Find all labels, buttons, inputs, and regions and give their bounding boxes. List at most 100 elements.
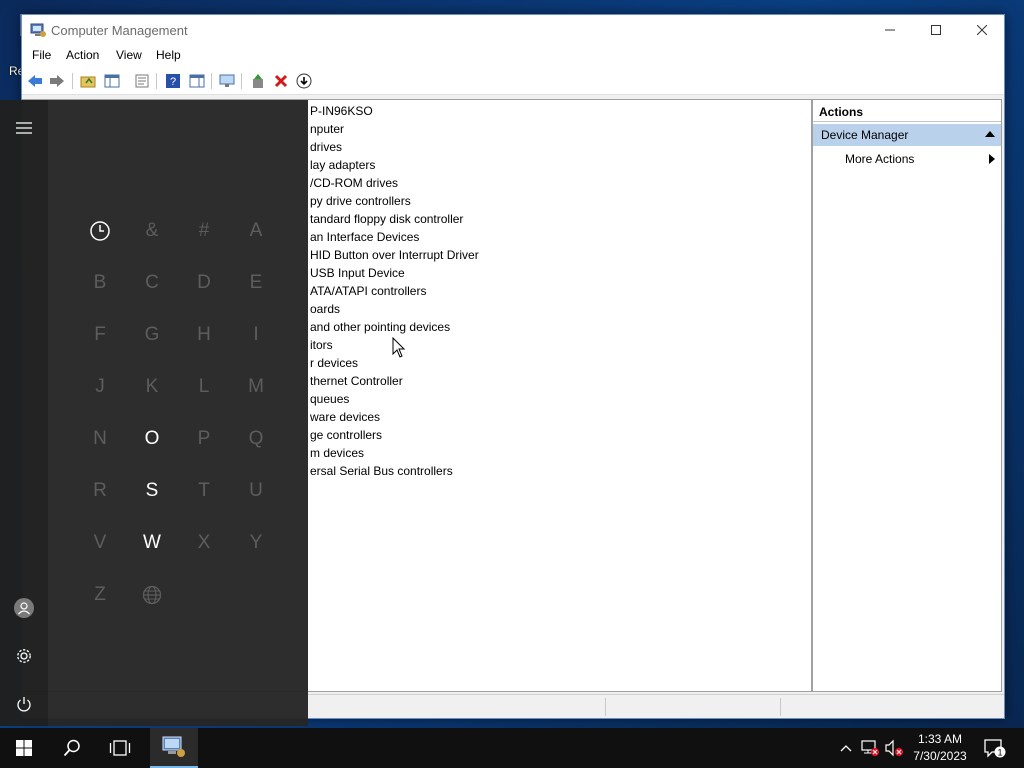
- power-button[interactable]: [0, 684, 48, 724]
- collapse-up-icon: [985, 131, 995, 137]
- tree-item-ide-ata-atapi-controllers[interactable]: ATA/ATAPI controllers: [310, 284, 426, 298]
- tree-item-monitors[interactable]: itors: [310, 338, 333, 352]
- tree-item-mice-pointing-devices[interactable]: and other pointing devices: [310, 320, 450, 334]
- uninstall-device-button[interactable]: [272, 72, 290, 90]
- tree-item-computer[interactable]: nputer: [310, 122, 344, 136]
- tree-item-computer-name[interactable]: P-IN96KSO: [310, 104, 373, 118]
- settings-button[interactable]: [0, 636, 48, 676]
- console-tree-icon: [104, 74, 120, 88]
- letter-tile: J: [95, 376, 105, 397]
- show-hidden-icons-button[interactable]: [834, 728, 858, 768]
- toolbar-separator: [156, 73, 157, 89]
- globe-icon: [142, 585, 162, 605]
- letter-tile-o[interactable]: O: [132, 419, 172, 459]
- taskbar-computer-management[interactable]: [150, 728, 198, 768]
- letter-tile: N: [93, 428, 107, 449]
- menu-view[interactable]: View: [116, 48, 142, 62]
- tree-item-hid-button-driver[interactable]: HID Button over Interrupt Driver: [310, 248, 479, 262]
- forward-arrow-icon: [50, 75, 64, 87]
- letter-tile: X: [197, 532, 211, 553]
- update-driver-button[interactable]: [249, 72, 267, 90]
- system-clock[interactable]: 1:33 AM 7/30/2023: [905, 731, 975, 765]
- menu-bar: File Action View Help: [22, 45, 1004, 67]
- recent-clock-tile[interactable]: [80, 211, 120, 251]
- start-button[interactable]: [0, 728, 48, 768]
- disable-device-button[interactable]: [295, 72, 313, 90]
- menu-file[interactable]: File: [32, 48, 51, 62]
- monitor-icon: [219, 74, 235, 87]
- letter-tile-w[interactable]: W: [132, 523, 172, 563]
- folder-up-icon: [80, 76, 96, 88]
- tree-item-keyboards[interactable]: oards: [310, 302, 340, 316]
- letter-tile-s[interactable]: S: [132, 471, 172, 511]
- up-folder-button[interactable]: [79, 72, 97, 90]
- tree-item-storage-controllers[interactable]: ge controllers: [310, 428, 382, 442]
- tree-item-floppy-drive-controllers[interactable]: py drive controllers: [310, 194, 411, 208]
- svg-text:?: ?: [170, 76, 176, 88]
- letter-tile: P: [197, 428, 211, 449]
- menu-help[interactable]: Help: [156, 48, 181, 62]
- letter-tile: U: [249, 480, 263, 501]
- tree-item-system-devices[interactable]: m devices: [310, 446, 364, 460]
- windows-logo-icon: [16, 740, 32, 756]
- more-actions-item[interactable]: More Actions: [813, 148, 1001, 170]
- maximize-button[interactable]: [913, 15, 959, 45]
- toolbar-separator: [211, 73, 212, 89]
- scan-hardware-button[interactable]: [218, 72, 236, 90]
- minimize-button[interactable]: [867, 15, 913, 45]
- globe-tile: [132, 575, 172, 615]
- action-pane-icon: [189, 74, 205, 88]
- status-bar-segment: [605, 698, 606, 716]
- forward-button[interactable]: [48, 72, 66, 90]
- actions-pane: Actions Device Manager More Actions: [812, 99, 1002, 692]
- tree-item-print-queues[interactable]: queues: [310, 392, 349, 406]
- help-button[interactable]: ?: [164, 72, 182, 90]
- back-arrow-icon: [28, 75, 42, 87]
- letter-tile: &: [145, 220, 159, 241]
- window-title: Computer Management: [51, 23, 188, 38]
- tree-item-display-adapters[interactable]: lay adapters: [310, 158, 375, 172]
- toolbar-separator: [72, 73, 73, 89]
- task-view-button[interactable]: [96, 728, 144, 768]
- title-bar[interactable]: Computer Management: [22, 15, 1004, 45]
- actions-section-device-manager[interactable]: Device Manager: [813, 124, 1001, 146]
- mouse-cursor-icon: [392, 337, 406, 358]
- clock-time: 1:33 AM: [917, 732, 963, 746]
- tree-item-ethernet-controller[interactable]: thernet Controller: [310, 374, 403, 388]
- show-hide-console-tree-button[interactable]: [103, 72, 121, 90]
- menu-action[interactable]: Action: [66, 48, 99, 62]
- user-avatar-icon: [14, 598, 34, 618]
- expand-menu-button[interactable]: [0, 108, 48, 148]
- update-driver-icon: [253, 74, 263, 88]
- action-center-button[interactable]: 1: [980, 728, 1010, 768]
- back-button[interactable]: [26, 72, 44, 90]
- tree-item-software-devices[interactable]: ware devices: [310, 410, 380, 424]
- network-status-button[interactable]: [858, 728, 882, 768]
- close-icon: [977, 25, 987, 35]
- letter-tile: F: [94, 324, 106, 345]
- properties-button[interactable]: [133, 72, 151, 90]
- tree-item-usb-controllers[interactable]: ersal Serial Bus controllers: [310, 464, 453, 478]
- letter-tile: Q: [248, 428, 264, 449]
- volume-button[interactable]: [882, 728, 906, 768]
- tree-item-dvd-cd-rom-drives[interactable]: /CD-ROM drives: [310, 176, 398, 190]
- tree-item-standard-floppy-disk-controller[interactable]: tandard floppy disk controller: [310, 212, 463, 226]
- volume-muted-icon: [885, 739, 903, 757]
- tree-item-usb-input-device[interactable]: USB Input Device: [310, 266, 405, 280]
- letter-tile: Y: [249, 532, 263, 553]
- help-icon: ?: [166, 74, 180, 88]
- close-button[interactable]: [959, 15, 1005, 45]
- user-account-button[interactable]: [0, 588, 48, 628]
- letter-tile: Z: [94, 584, 106, 605]
- tree-item-disk-drives[interactable]: drives: [310, 140, 342, 154]
- show-hide-action-pane-button[interactable]: [188, 72, 206, 90]
- tree-item-other-devices[interactable]: r devices: [310, 356, 358, 370]
- start-rail: [0, 100, 48, 726]
- search-button[interactable]: [48, 728, 96, 768]
- red-x-icon: [274, 74, 288, 88]
- hamburger-icon: [16, 122, 32, 134]
- tree-item-human-interface-devices[interactable]: an Interface Devices: [310, 230, 419, 244]
- taskbar: 1:33 AM 7/30/2023 1: [0, 728, 1024, 768]
- letter-tile: G: [144, 324, 160, 345]
- start-menu: & # A B C D E F G H I J K L M N O P Q R …: [0, 100, 308, 726]
